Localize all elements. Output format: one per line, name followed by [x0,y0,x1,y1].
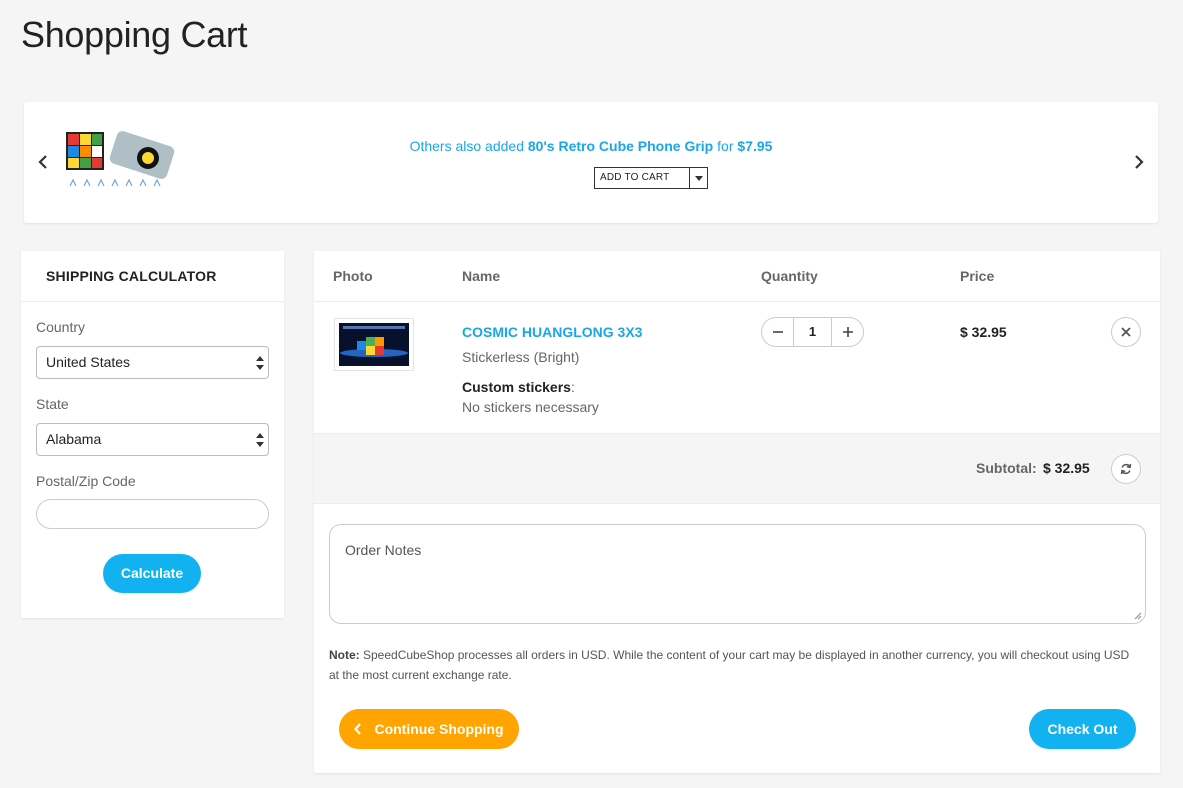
select-arrows-icon [256,433,264,447]
calculate-button[interactable]: Calculate [103,554,201,593]
currency-note-text: SpeedCubeShop processes all orders in US… [329,648,1130,682]
country-label: Country [36,319,86,335]
quantity-value[interactable]: 1 [793,318,832,346]
cart-item-price: $ 32.95 [960,324,1007,340]
state-value: Alabama [46,431,102,447]
postal-code-label: Postal/Zip Code [36,473,136,489]
country-select[interactable]: United States [36,346,269,379]
cart-panel: Photo Name Quantity Price COSMIC HUANGLO… [314,251,1160,773]
upsell-product-link[interactable]: 80's Retro Cube Phone Grip [528,138,713,154]
upsell-price: $7.95 [737,138,773,154]
cart-item-photo[interactable] [334,318,414,371]
cart-item-row: COSMIC HUANGLONG 3X3 Stickerless (Bright… [314,302,1160,433]
remove-item-button[interactable] [1111,317,1141,347]
state-label: State [36,396,69,412]
cart-table-header: Photo Name Quantity Price [314,251,1160,302]
chevron-right-icon[interactable] [1132,152,1146,172]
subtotal-label: Subtotal: [976,460,1037,476]
cart-item-name-link[interactable]: COSMIC HUANGLONG 3X3 [462,324,642,340]
column-header-price: Price [960,268,995,284]
order-notes-textarea[interactable]: Order Notes [329,524,1146,624]
chevron-down-icon[interactable] [689,168,707,188]
continue-shopping-label: Continue Shopping [374,721,504,737]
resize-grip-icon[interactable] [1134,612,1142,620]
add-to-cart-label[interactable]: ADD TO CART [595,168,689,188]
cart-item-variant: Stickerless (Bright) [462,349,580,365]
upsell-banner: Others also added 80's Retro Cube Phone … [24,102,1158,223]
upsell-message: Others also added 80's Retro Cube Phone … [24,138,1158,154]
upsell-add-to-cart-button[interactable]: ADD TO CART [594,167,708,189]
cart-item-option-value: No stickers necessary [462,399,599,415]
shipping-calculator-title: SHIPPING CALCULATOR [21,251,284,302]
shipping-calculator: SHIPPING CALCULATOR Country United State… [21,251,284,618]
country-value: United States [46,354,131,370]
plus-icon[interactable] [832,318,863,346]
page-title: Shopping Cart [21,14,248,55]
update-cart-button[interactable] [1111,454,1141,484]
cart-item-option-label: Custom stickers: [462,379,575,395]
quantity-stepper: 1 [761,317,864,347]
upsell-connector: for [717,138,734,154]
column-header-name: Name [462,268,501,284]
column-header-quantity: Quantity [761,268,818,284]
order-notes-placeholder: Order Notes [345,542,422,558]
chevron-left-icon [354,723,362,735]
checkout-button[interactable]: Check Out [1029,709,1136,749]
currency-note-bold: Note: [329,648,360,662]
close-icon [1121,327,1131,337]
subtotal-value: $ 32.95 [1043,460,1090,476]
select-arrows-icon [256,356,264,370]
column-header-photo: Photo [333,268,373,284]
chevron-left-icon[interactable] [36,152,50,172]
subtotal-row: Subtotal: $ 32.95 [314,433,1160,504]
state-select[interactable]: Alabama [36,423,269,456]
currency-note: Note: SpeedCubeShop processes all orders… [329,645,1139,685]
continue-shopping-button[interactable]: Continue Shopping [339,709,519,749]
refresh-icon [1120,463,1132,475]
minus-icon[interactable] [762,318,793,346]
postal-code-input[interactable] [36,499,269,529]
upsell-prefix: Others also added [409,138,524,154]
option-label-text: Custom stickers [462,379,571,395]
